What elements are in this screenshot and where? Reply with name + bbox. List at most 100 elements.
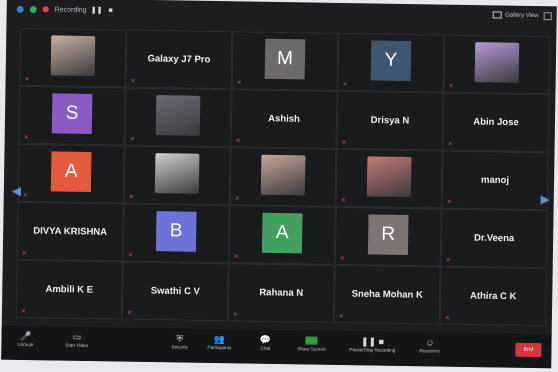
mic-muted-icon: ✕ bbox=[21, 250, 27, 258]
profile-photo bbox=[260, 154, 306, 196]
avatar-initial: R bbox=[367, 214, 409, 256]
top-bar: Recording ❚❚ ■ bbox=[7, 0, 557, 28]
participant-tile[interactable]: ✕ bbox=[335, 148, 443, 209]
profile-photo bbox=[366, 156, 412, 198]
participant-tile[interactable]: M ✕ bbox=[231, 31, 339, 91]
participant-tile[interactable]: S ✕ bbox=[18, 85, 126, 146]
reactions-button[interactable]: ☺ Reactions bbox=[419, 337, 440, 353]
mic-muted-icon: ✕ bbox=[23, 134, 29, 142]
tile-caption: ✕ bbox=[447, 199, 452, 206]
mic-muted-icon: ✕ bbox=[447, 141, 453, 148]
participant-tile[interactable]: Swathi C V ✕ bbox=[121, 261, 229, 322]
share-screen-button[interactable]: Share Screen bbox=[297, 335, 326, 352]
participant-tile[interactable]: ✕ bbox=[19, 27, 127, 88]
security-button[interactable]: ⛨ Security bbox=[171, 333, 189, 350]
start-video-button[interactable]: ▭ Start Video bbox=[65, 331, 89, 349]
mic-muted-icon: ✕ bbox=[232, 312, 238, 319]
recording-button[interactable]: ❚❚ ■ Pause/Stop Recording bbox=[349, 336, 395, 353]
tile-caption: ✕ bbox=[128, 252, 133, 259]
participant-tile[interactable]: Sneha Mohan K ✕ bbox=[333, 264, 441, 325]
tile-caption: ✕ bbox=[234, 253, 239, 260]
share-screen-icon bbox=[305, 335, 318, 345]
participant-tile[interactable]: Ashish ✕ bbox=[230, 89, 338, 149]
participant-tile[interactable]: A ✕ bbox=[228, 205, 336, 265]
profile-photo bbox=[474, 42, 520, 83]
previous-page-icon[interactable]: ◀ bbox=[12, 184, 21, 198]
pause-recording-icon[interactable]: ❚❚ bbox=[91, 6, 103, 14]
mic-muted-icon: ✕ bbox=[24, 76, 30, 84]
mic-muted-icon: ✕ bbox=[128, 194, 134, 201]
participant-tile[interactable]: Abin Jose ✕ bbox=[442, 92, 550, 153]
tile-caption: ✕ bbox=[127, 310, 132, 317]
security-label: Security bbox=[171, 344, 189, 350]
participant-tile[interactable]: Rahana N ✕ bbox=[227, 263, 335, 323]
mic-muted-icon: ✕ bbox=[448, 83, 454, 90]
avatar-initial: A bbox=[261, 212, 303, 254]
participant-tile[interactable]: ✕ bbox=[123, 145, 231, 206]
profile-photo bbox=[50, 35, 96, 77]
participant-tile[interactable]: Drisya N ✕ bbox=[336, 90, 444, 151]
participant-name: Ambili K E bbox=[45, 283, 94, 296]
participant-tile[interactable]: Y ✕ bbox=[337, 32, 445, 93]
zoom-window: Recording ❚❚ ■ Gallery View ✕ Galaxy J7 P… bbox=[1, 0, 557, 369]
mic-muted-icon: ✕ bbox=[126, 310, 133, 317]
mic-muted-icon: ✕ bbox=[446, 199, 452, 206]
tile-caption: ✕ bbox=[343, 81, 348, 88]
mic-muted-icon: ✕ bbox=[235, 138, 241, 145]
participant-name: Drisya N bbox=[370, 114, 410, 127]
grid-icon bbox=[493, 11, 503, 19]
avatar-initial: S bbox=[51, 93, 93, 135]
next-page-icon[interactable]: ▶ bbox=[540, 192, 549, 206]
pause-stop-icon: ❚❚ ■ bbox=[360, 335, 385, 347]
avatar-initial: A bbox=[50, 151, 92, 193]
recording-label: Recording bbox=[54, 5, 87, 14]
tile-caption: ✕ bbox=[236, 137, 241, 144]
participant-tile[interactable]: Galaxy J7 Pro ✕ bbox=[125, 29, 233, 90]
fullscreen-icon[interactable] bbox=[543, 12, 552, 21]
tile-caption: ✕ bbox=[22, 250, 27, 257]
participant-tile[interactable]: Ambili K E ✕ bbox=[15, 259, 123, 320]
participant-tile[interactable]: DIVYA KRISHNA ✕ bbox=[16, 201, 124, 262]
end-button[interactable]: End bbox=[515, 342, 542, 358]
avatar-initial: M bbox=[264, 38, 306, 80]
participant-tile[interactable]: ✕ bbox=[443, 34, 551, 95]
participant-tile[interactable]: B ✕ bbox=[122, 203, 230, 264]
meeting-toolbar: 🎤 Unmute ▭ Start Video ⛨ Security 👥 Part… bbox=[1, 325, 552, 369]
mic-muted-icon: ✕ bbox=[339, 255, 345, 263]
mic-muted-icon: ✕ bbox=[444, 315, 450, 322]
participant-tile[interactable]: A ✕ bbox=[17, 143, 125, 204]
participant-tile[interactable]: ✕ bbox=[124, 87, 232, 148]
participant-tile[interactable]: ✕ bbox=[229, 147, 337, 207]
chat-icon: 💬 bbox=[259, 334, 272, 345]
profile-photo bbox=[155, 95, 201, 136]
mic-muted-icon: ✕ bbox=[341, 139, 347, 147]
unmute-label: Unmute bbox=[17, 341, 34, 348]
participant-tile[interactable]: Dr.Veena ✕ bbox=[440, 208, 548, 269]
gallery-view-label: Gallery View bbox=[505, 12, 539, 19]
participant-name: Dr.Veena bbox=[473, 232, 515, 245]
gallery-view-button[interactable]: Gallery View bbox=[493, 11, 539, 19]
participant-name: Swathi C V bbox=[150, 285, 200, 298]
participant-tile[interactable]: R ✕ bbox=[334, 206, 442, 267]
participant-tile[interactable]: Athira C K ✕ bbox=[439, 266, 547, 327]
stop-recording-icon[interactable]: ■ bbox=[107, 6, 115, 14]
chat-button[interactable]: 💬 Chat bbox=[259, 334, 272, 351]
info-icon[interactable] bbox=[29, 5, 37, 13]
mic-muted-icon: ✕ bbox=[22, 192, 28, 200]
tile-caption: ✕ bbox=[131, 78, 136, 85]
start-video-label: Start Video bbox=[65, 342, 89, 349]
mic-muted-icon: ✕ bbox=[20, 308, 27, 316]
mic-muted-icon: ✕ bbox=[233, 254, 239, 261]
tile-caption: ✕ bbox=[342, 139, 347, 146]
shield-icon[interactable] bbox=[16, 5, 24, 13]
profile-photo bbox=[154, 153, 200, 194]
participant-tile[interactable]: manoj ✕ bbox=[441, 150, 549, 211]
participants-label: Participants bbox=[207, 344, 232, 351]
tile-caption: ✕ bbox=[23, 192, 28, 199]
participant-name: Galaxy J7 Pro bbox=[147, 53, 211, 66]
mic-muted-icon: ✕ bbox=[234, 196, 240, 203]
unmute-button[interactable]: 🎤 Unmute bbox=[17, 330, 34, 348]
mic-muted-icon: ✕ bbox=[445, 257, 451, 264]
participants-button[interactable]: 👥 Participants bbox=[207, 333, 232, 351]
participant-name: manoj bbox=[480, 174, 510, 187]
